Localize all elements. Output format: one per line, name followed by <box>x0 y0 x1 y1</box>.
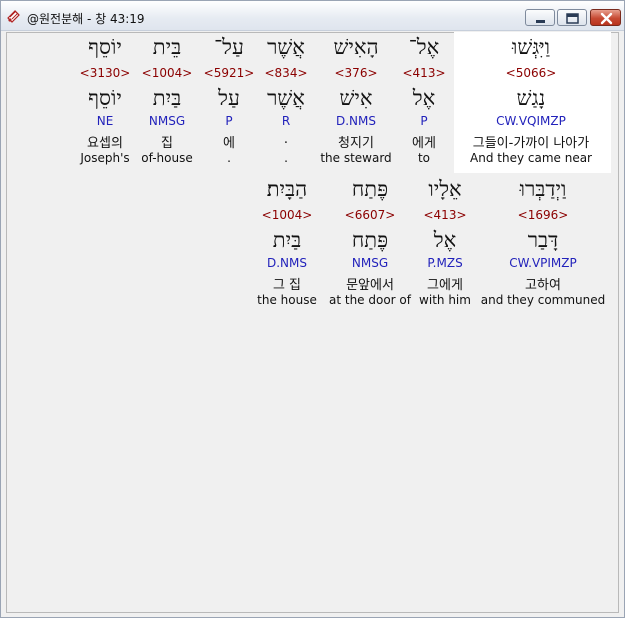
hebrew-word: וַיְדַבְּרוּ <box>519 177 567 201</box>
strong-number: <376> <box>334 66 378 80</box>
hebrew-word: הַבָּיִת׃ <box>266 177 308 201</box>
parsing-code: D.NMS <box>335 114 377 128</box>
hebrew-word: אֵלָיו <box>428 177 462 201</box>
close-icon <box>600 12 613 25</box>
english-gloss: and they communed <box>480 293 606 307</box>
lexeme-form: בַּיִת <box>152 86 182 110</box>
app-icon[interactable] <box>6 8 22 24</box>
hebrew-word: אֲשֶׁר <box>267 35 305 59</box>
strong-number: <6607> <box>344 208 396 222</box>
strong-number: <1004> <box>141 66 193 80</box>
lexeme-form: אִישׁ <box>339 86 373 110</box>
hebrew-word: עַל־ <box>214 35 244 59</box>
hebrew-word: בֵּית <box>152 35 182 59</box>
korean-gloss: 요셉의 <box>87 136 123 151</box>
hebrew-word: אֶל־ <box>408 35 440 59</box>
hebrew-word: הָאִישׁ <box>333 35 379 59</box>
korean-gloss: 그 집 <box>272 278 302 293</box>
korean-gloss: 청지기 <box>338 136 374 151</box>
korean-gloss: 그에게 <box>427 278 463 293</box>
parsing-code: D.NMS <box>266 256 308 270</box>
lexeme-form: פֶּתַח <box>351 228 389 252</box>
window-title: @원전분해 - 창 43:19 <box>27 12 145 26</box>
korean-gloss: 문앞에서 <box>346 278 394 293</box>
strong-number: <5921> <box>203 66 255 80</box>
strong-number: <413> <box>402 66 446 80</box>
lexeme-form: אֶל <box>433 228 457 252</box>
english-gloss: at the door of <box>329 293 411 307</box>
hebrew-word: וַיִּגְּשׁוּ <box>511 35 551 59</box>
korean-gloss: 그들이-가까이 나아가 <box>472 136 590 151</box>
korean-gloss: 고하여 <box>525 278 561 293</box>
parsing-code: P <box>420 114 428 128</box>
minimize-button[interactable] <box>525 9 555 26</box>
lexeme-form: אֶל <box>412 86 436 110</box>
parsing-code: CW.VPIMZP <box>509 256 577 270</box>
english-gloss: to <box>417 151 431 165</box>
lexeme-form: אֲשֶׁר <box>267 86 305 110</box>
lexeme-form: עַל <box>218 86 240 110</box>
lexeme-form: יוֹסֵף <box>88 86 122 110</box>
english-gloss: the house <box>257 293 317 307</box>
maximize-icon <box>566 13 579 24</box>
strong-number: <413> <box>423 208 467 222</box>
parsing-code: P <box>225 114 233 128</box>
english-gloss: the steward <box>320 151 392 165</box>
strong-number: <834> <box>264 66 308 80</box>
hebrew-word: פֶּתַח <box>351 177 389 201</box>
english-gloss: . <box>284 151 288 165</box>
strong-number: <5066> <box>505 66 557 80</box>
korean-gloss: 집 <box>161 136 173 151</box>
english-gloss: Joseph's <box>80 151 130 165</box>
korean-gloss: 에게 <box>412 136 436 151</box>
parsing-code: NE <box>96 114 114 128</box>
app-window: @원전분해 - 창 43:19 וַיִּגְּשׁוּ <5066> נָגַשׁ… <box>0 0 625 618</box>
parsing-code: P.MZS <box>427 256 463 270</box>
title-bar[interactable]: @원전분해 - 창 43:19 <box>1 1 624 31</box>
korean-gloss: . <box>283 132 289 147</box>
strong-number: <1004> <box>261 208 313 222</box>
english-gloss: And they came near <box>470 151 592 165</box>
hebrew-word: יוֹסֵף <box>88 35 122 59</box>
korean-gloss: 에 <box>223 136 235 151</box>
strong-number: <3130> <box>79 66 131 80</box>
parsing-code: CW.VQIMZP <box>496 114 566 128</box>
english-gloss: with him <box>419 293 471 307</box>
strong-number: <1696> <box>517 208 569 222</box>
maximize-button[interactable] <box>557 9 587 26</box>
minimize-icon <box>536 20 545 23</box>
close-button[interactable] <box>590 9 621 26</box>
parsing-code: R <box>281 114 291 128</box>
lexeme-form: נָגַשׁ <box>516 86 546 110</box>
parsing-code: NMSG <box>148 114 186 128</box>
parsing-code: NMSG <box>351 256 389 270</box>
english-gloss: . <box>227 151 231 165</box>
english-gloss: of-house <box>141 151 193 165</box>
lexeme-form: בַּיִת <box>272 228 302 252</box>
lexeme-form: דָּבַר <box>527 228 559 252</box>
